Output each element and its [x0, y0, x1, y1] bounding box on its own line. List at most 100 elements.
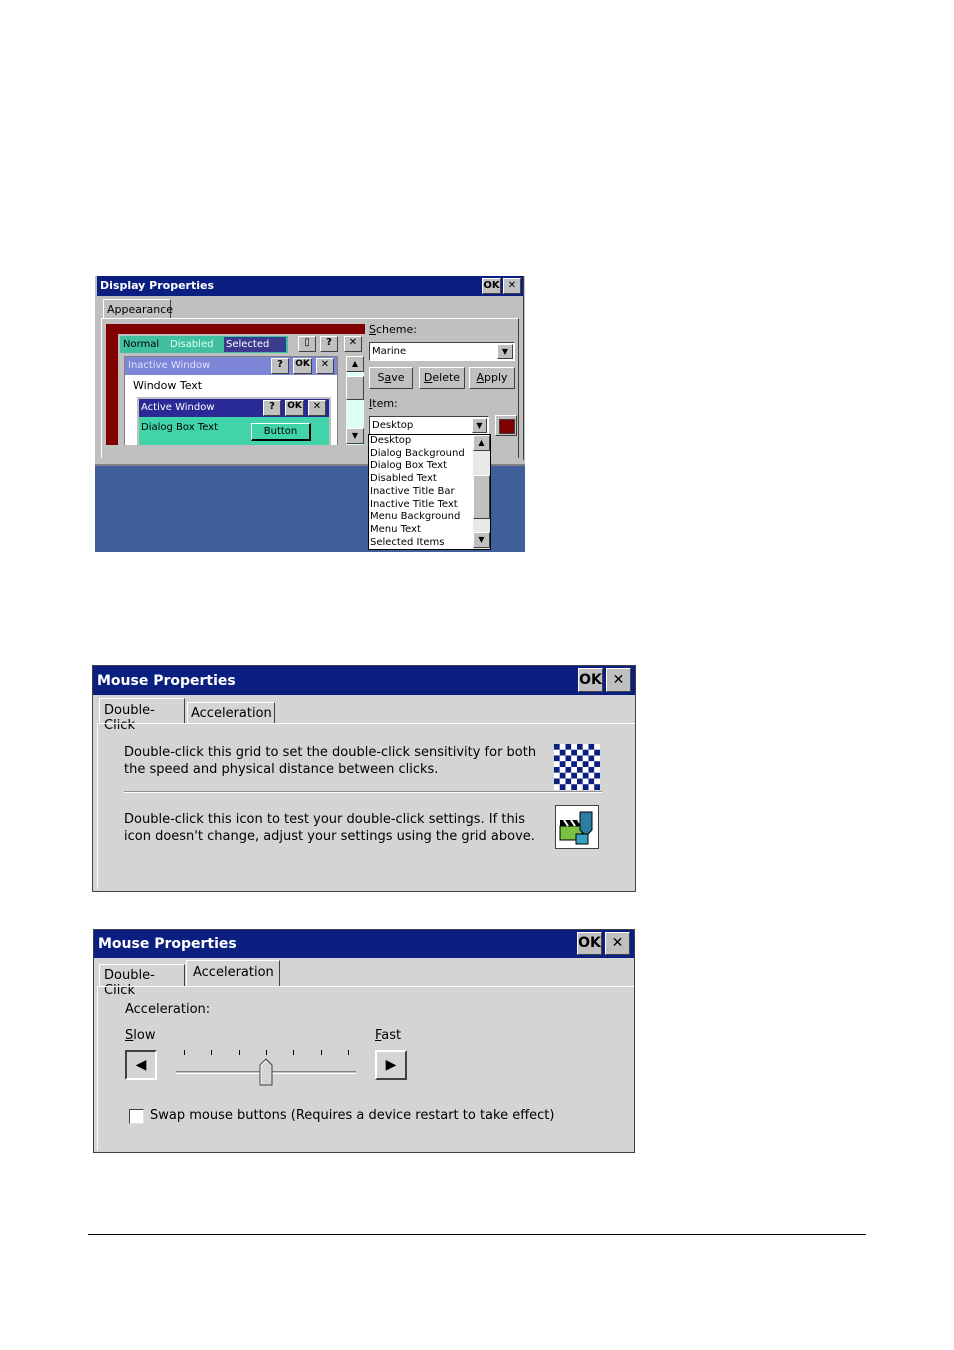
- mouse2-close-button[interactable]: ✕: [605, 932, 630, 955]
- grid-cell: [559, 767, 566, 773]
- grid-cell: [588, 772, 595, 779]
- preview-new-icon: ▯: [298, 336, 316, 352]
- grid-cell: [588, 761, 595, 767]
- scheme-select[interactable]: Marine ▼: [369, 342, 515, 361]
- faster-button[interactable]: ▶: [375, 1050, 407, 1080]
- preview-active-help: ?: [263, 400, 281, 416]
- swap-mouse-checkbox[interactable]: [129, 1109, 144, 1124]
- display-ok-button[interactable]: OK: [482, 278, 501, 294]
- page-footer-rule: [88, 1234, 866, 1235]
- grid-cell: [594, 749, 600, 756]
- mouse2-tab-acceleration[interactable]: Acceleration: [186, 960, 280, 987]
- grid-cell: [571, 755, 577, 762]
- grid-cell: [582, 778, 589, 785]
- grid-cell: [577, 744, 583, 750]
- mouse1-tab-acceleration-label: Acceleration: [191, 706, 272, 721]
- grid-cell: [571, 778, 577, 785]
- item-color-button[interactable]: [495, 415, 517, 436]
- mouse1-title: Mouse Properties: [97, 673, 236, 689]
- mouse1-ok-button[interactable]: OK: [578, 668, 603, 692]
- grid-cell: [554, 761, 560, 767]
- mouse2-tab-double-click[interactable]: Double-Click: [99, 964, 185, 998]
- mouse1-close-button[interactable]: ✕: [606, 668, 631, 692]
- tab-appearance-label: Appearance: [107, 303, 174, 316]
- delete-button[interactable]: Delete: [419, 367, 465, 389]
- grid-cell: [554, 772, 560, 779]
- item-list-entry[interactable]: Disabled Text: [370, 473, 474, 486]
- save-button[interactable]: Save: [369, 367, 413, 389]
- item-color-swatch: [499, 419, 515, 434]
- item-list-entry[interactable]: Desktop: [370, 435, 474, 448]
- grid-cell: [571, 784, 577, 790]
- grid-cell: [582, 749, 589, 756]
- acceleration-slider[interactable]: [176, 1048, 356, 1088]
- preview-scrollbar: ▲ ▼: [346, 356, 364, 445]
- grid-cell: [577, 761, 583, 767]
- appearance-preview: Normal Disabled Selected ▯ ? ✕ Inactive …: [106, 324, 365, 445]
- item-dropdown-arrow[interactable]: ▼: [472, 418, 487, 433]
- fast-label: Fast: [375, 1028, 402, 1043]
- preview-inactive-close: ✕: [316, 358, 334, 374]
- item-label: Item:: [369, 397, 398, 410]
- mouse1-text-2b: icon doesn't change, adjust your setting…: [124, 829, 535, 844]
- grid-cell: [565, 772, 572, 779]
- item-list-entry[interactable]: Dialog Background: [370, 448, 474, 461]
- scheme-label: Scheme:: [369, 323, 417, 336]
- item-list-scroll-up[interactable]: ▲: [473, 435, 490, 451]
- preview-scroll-down: ▼: [346, 428, 364, 444]
- mouse2-titlebar: Mouse Properties OK ✕: [94, 930, 634, 958]
- grid-cell: [559, 784, 566, 790]
- item-list-scrollbar[interactable]: ▲ ▼: [473, 435, 490, 549]
- grid-cell: [577, 749, 583, 756]
- display-close-button[interactable]: ✕: [503, 278, 521, 294]
- grid-cell: [588, 749, 595, 756]
- grid-cell: [594, 778, 600, 785]
- slow-label: Slow: [125, 1028, 156, 1043]
- grid-cell: [577, 767, 583, 773]
- grid-cell: [594, 767, 600, 773]
- slider-thumb[interactable]: [259, 1058, 273, 1086]
- double-click-test-icon[interactable]: [555, 805, 599, 849]
- item-list-scroll-down[interactable]: ▼: [473, 532, 490, 548]
- scheme-select-value: Marine: [372, 346, 407, 357]
- item-list-entry[interactable]: Menu Text: [370, 524, 474, 537]
- preview-active-window: Active Window ? OK ✕ Dialog Box Text But…: [137, 397, 331, 445]
- item-select[interactable]: Desktop ▼: [369, 416, 489, 435]
- mouse1-text-1a: Double-click this grid to set the double…: [124, 745, 537, 760]
- preview-outer-window: Normal Disabled Selected ▯ ? ✕ Inactive …: [118, 334, 365, 445]
- preview-selected-text: Selected: [224, 337, 286, 352]
- item-list-entry[interactable]: Menu Background: [370, 511, 474, 524]
- grid-cell: [571, 772, 577, 779]
- grid-cell: [571, 749, 577, 756]
- preview-inactive-help: ?: [271, 358, 289, 374]
- preview-disabled-text: Disabled: [170, 339, 214, 350]
- double-click-grid-icon[interactable]: [554, 744, 600, 790]
- mouse1-tab-double-click[interactable]: Double-Click: [99, 698, 185, 733]
- grid-cell: [559, 749, 566, 756]
- mouse2-ok-button[interactable]: OK: [577, 932, 602, 955]
- item-list-entry[interactable]: Dialog Box Text: [370, 460, 474, 473]
- item-list-entry[interactable]: Inactive Title Text: [370, 499, 474, 512]
- mouse1-tab-acceleration[interactable]: Acceleration: [187, 702, 275, 724]
- display-titlebar: Display Properties OK ✕: [97, 276, 523, 296]
- grid-cell: [588, 755, 595, 762]
- item-list-entry[interactable]: Selected Items: [370, 537, 474, 549]
- tab-appearance[interactable]: Appearance: [103, 299, 174, 319]
- preview-active-close: ✕: [308, 400, 326, 416]
- preview-scroll-thumb: [346, 376, 364, 400]
- mouse-dialog-acceleration: Mouse Properties OK ✕ Double-Click Accel…: [93, 929, 635, 1153]
- grid-cell: [554, 744, 560, 750]
- mouse1-titlebar: Mouse Properties OK ✕: [93, 666, 635, 695]
- item-list-scroll-thumb[interactable]: [473, 475, 490, 519]
- right-arrow-icon: ▶: [385, 1057, 397, 1073]
- item-list-entry[interactable]: Inactive Title Bar: [370, 486, 474, 499]
- apply-button[interactable]: Apply: [469, 367, 515, 389]
- grid-cell: [554, 749, 560, 756]
- grid-cell: [594, 755, 600, 762]
- slider-tick: [293, 1050, 295, 1055]
- slower-button[interactable]: ◀: [125, 1050, 157, 1080]
- scheme-dropdown-arrow[interactable]: ▼: [497, 344, 513, 359]
- preview-active-title-text: Active Window: [141, 402, 215, 413]
- grid-cell: [588, 784, 595, 790]
- grid-cell: [559, 778, 566, 785]
